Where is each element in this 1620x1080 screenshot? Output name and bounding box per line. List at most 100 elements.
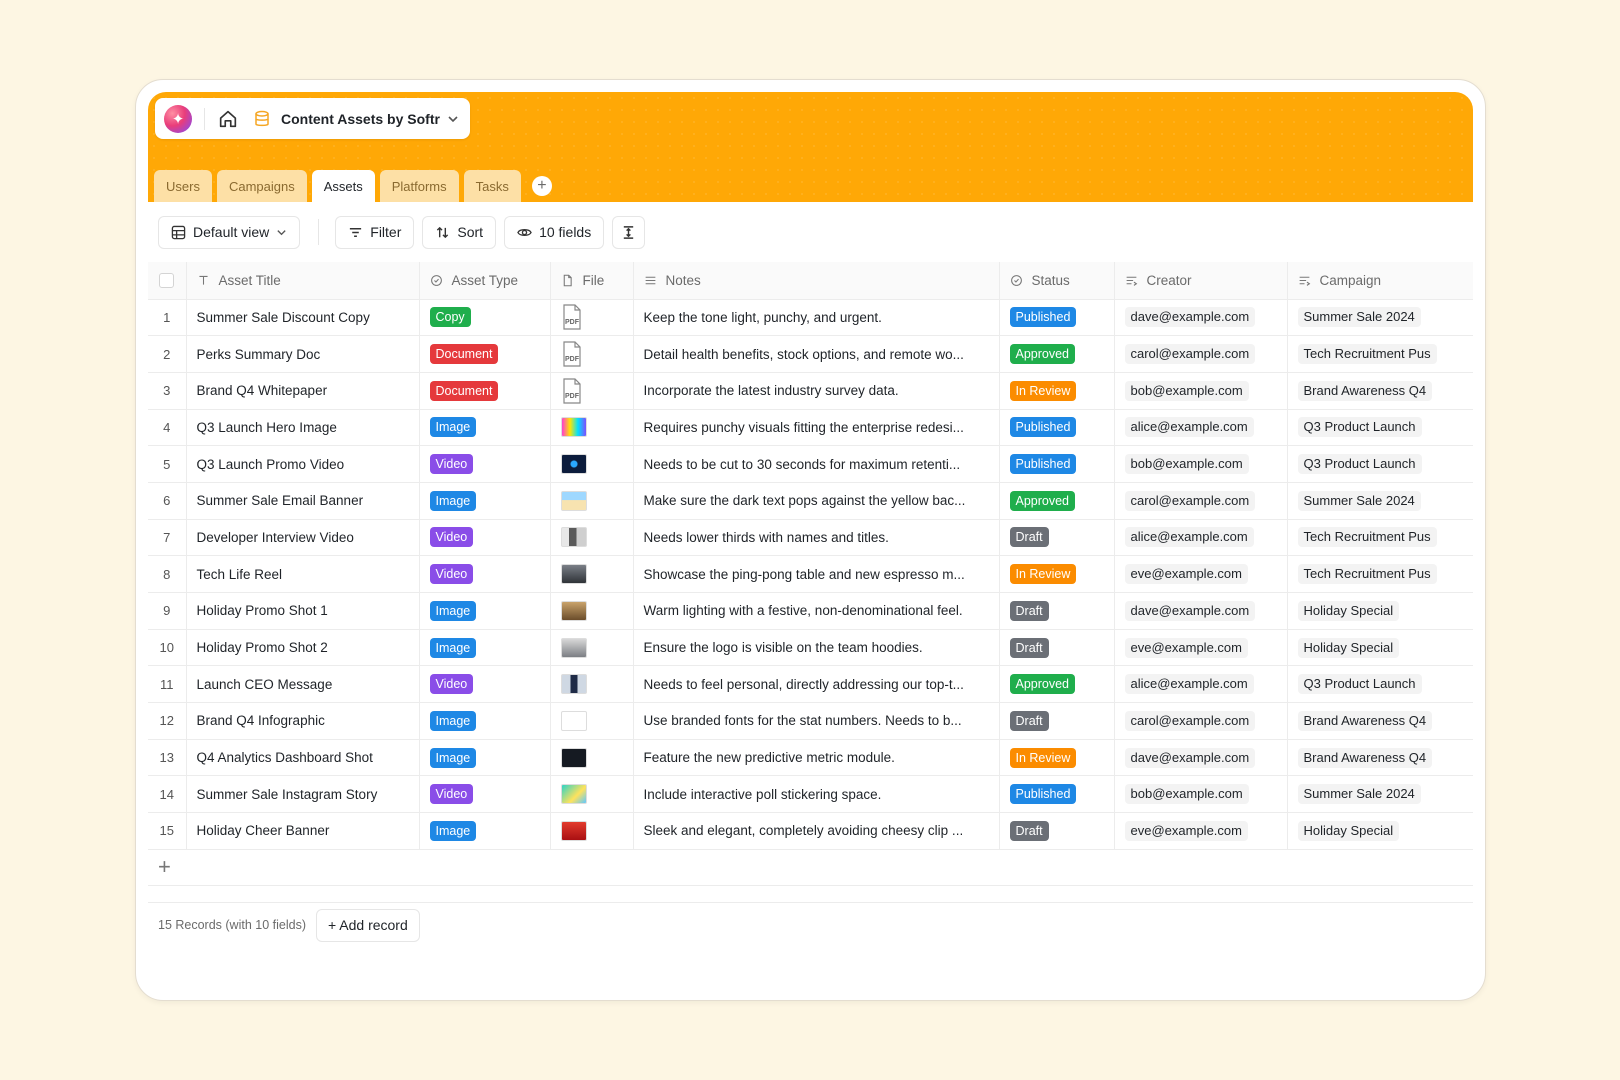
tab-campaigns[interactable]: Campaigns <box>216 170 307 202</box>
creator-cell[interactable]: eve@example.com <box>1114 629 1288 667</box>
filter-button[interactable]: Filter <box>335 215 415 249</box>
table-row[interactable]: 8 Tech Life Reel Video Showcase the ping-po… <box>148 555 1473 593</box>
table-row[interactable]: 10 Holiday Promo Shot 2 Image Ensure the lo… <box>148 629 1473 667</box>
tab-tasks[interactable]: Tasks <box>463 170 521 202</box>
asset-title-cell[interactable]: Brand Q4 Whitepaper <box>186 372 420 410</box>
app-title[interactable]: Content Assets by Softr <box>281 111 440 127</box>
file-cell[interactable] <box>550 775 634 814</box>
asset-title-cell[interactable]: Summer Sale Discount Copy <box>186 299 420 337</box>
file-thumbnail[interactable] <box>560 820 587 841</box>
creator-cell[interactable]: dave@example.com <box>1114 739 1288 777</box>
table-row[interactable]: 14 Summer Sale Instagram Story Video Includ… <box>148 775 1473 814</box>
campaign-cell[interactable]: Holiday Special <box>1287 592 1473 630</box>
creator-cell[interactable]: bob@example.com <box>1114 372 1288 410</box>
file-cell[interactable] <box>550 702 634 740</box>
file-thumbnail[interactable] <box>560 454 587 475</box>
file-cell[interactable] <box>550 629 634 667</box>
tab-users[interactable]: Users <box>154 170 212 202</box>
file-cell[interactable] <box>550 482 634 520</box>
creator-cell[interactable]: carol@example.com <box>1114 702 1288 740</box>
campaign-cell[interactable]: Tech Recruitment Pus <box>1287 519 1473 557</box>
campaign-cell[interactable]: Brand Awareness Q4 <box>1287 702 1473 740</box>
file-cell[interactable] <box>550 592 634 630</box>
file-thumbnail[interactable] <box>560 564 587 585</box>
campaign-cell[interactable]: Q3 Product Launch <box>1287 665 1473 704</box>
asset-type-cell[interactable]: Image <box>419 702 551 740</box>
notes-cell[interactable]: Requires punchy visuals fitting the ente… <box>633 409 1000 447</box>
softr-logo-icon[interactable]: ✦ <box>164 104 192 133</box>
file-thumbnail[interactable] <box>560 527 587 548</box>
file-cell[interactable] <box>550 555 634 593</box>
notes-cell[interactable]: Include interactive poll stickering spac… <box>633 775 1000 814</box>
select-all-checkbox[interactable] <box>159 272 175 288</box>
creator-cell[interactable]: eve@example.com <box>1114 555 1288 593</box>
table-row[interactable]: 11 Launch CEO Message Video Needs to feel p… <box>148 665 1473 704</box>
asset-type-cell[interactable]: Image <box>419 739 551 777</box>
campaign-cell[interactable]: Q3 Product Launch <box>1287 445 1473 483</box>
status-cell[interactable]: Draft <box>999 702 1115 740</box>
creator-cell[interactable]: bob@example.com <box>1114 445 1288 483</box>
file-thumbnail[interactable] <box>560 747 587 768</box>
file-thumbnail[interactable] <box>560 710 587 731</box>
file-cell[interactable] <box>550 519 634 557</box>
file-cell[interactable] <box>550 739 634 777</box>
asset-type-cell[interactable]: Video <box>419 445 551 483</box>
notes-cell[interactable]: Needs lower thirds with names and titles… <box>633 519 1000 557</box>
asset-type-cell[interactable]: Copy <box>419 299 551 337</box>
status-cell[interactable]: Published <box>999 775 1115 814</box>
asset-type-cell[interactable]: Image <box>419 629 551 667</box>
table-row[interactable]: 12 Brand Q4 Infographic Image Use branded f… <box>148 702 1473 740</box>
creator-cell[interactable]: bob@example.com <box>1114 775 1288 814</box>
column-header-file[interactable]: File <box>550 262 634 300</box>
asset-title-cell[interactable]: Holiday Promo Shot 1 <box>186 592 420 630</box>
file-cell[interactable]: PDF <box>550 372 634 410</box>
sort-button[interactable]: Sort <box>422 215 497 249</box>
asset-title-cell[interactable]: Developer Interview Video <box>186 519 420 557</box>
asset-title-cell[interactable]: Q4 Analytics Dashboard Shot <box>186 739 420 777</box>
file-thumbnail[interactable] <box>560 784 587 805</box>
notes-cell[interactable]: Keep the tone light, punchy, and urgent. <box>633 299 1000 337</box>
status-cell[interactable]: In Review <box>999 739 1115 777</box>
campaign-cell[interactable]: Summer Sale 2024 <box>1287 482 1473 520</box>
asset-title-cell[interactable]: Brand Q4 Infographic <box>186 702 420 740</box>
status-cell[interactable]: In Review <box>999 555 1115 593</box>
fields-button[interactable]: 10 fields <box>504 215 605 249</box>
view-selector[interactable]: Default view <box>158 215 301 249</box>
notes-cell[interactable]: Needs to be cut to 30 seconds for maximu… <box>633 445 1000 483</box>
column-header-creator[interactable]: Creator <box>1114 262 1288 300</box>
file-thumbnail[interactable] <box>560 490 587 511</box>
table-row[interactable]: 1 Summer Sale Discount Copy Copy PDF Keep th… <box>148 299 1473 337</box>
asset-type-cell[interactable]: Image <box>419 482 551 520</box>
status-cell[interactable]: Draft <box>999 812 1115 850</box>
campaign-cell[interactable]: Brand Awareness Q4 <box>1287 372 1473 410</box>
file-thumbnail[interactable] <box>560 417 587 438</box>
status-cell[interactable]: Published <box>999 409 1115 447</box>
asset-type-cell[interactable]: Document <box>419 372 551 410</box>
creator-cell[interactable]: dave@example.com <box>1114 592 1288 630</box>
status-cell[interactable]: Draft <box>999 519 1115 557</box>
campaign-cell[interactable]: Tech Recruitment Pus <box>1287 555 1473 593</box>
asset-title-cell[interactable]: Holiday Promo Shot 2 <box>186 629 420 667</box>
asset-title-cell[interactable]: Perks Summary Doc <box>186 335 420 373</box>
asset-title-cell[interactable]: Q3 Launch Promo Video <box>186 445 420 483</box>
asset-title-cell[interactable]: Q3 Launch Hero Image <box>186 409 420 447</box>
file-cell[interactable] <box>550 665 634 704</box>
notes-cell[interactable]: Warm lighting with a festive, non-denomi… <box>633 592 1000 630</box>
campaign-cell[interactable]: Brand Awareness Q4 <box>1287 739 1473 777</box>
notes-cell[interactable]: Showcase the ping-pong table and new esp… <box>633 555 1000 593</box>
select-all-cell[interactable] <box>148 262 187 300</box>
asset-type-cell[interactable]: Document <box>419 335 551 373</box>
asset-type-cell[interactable]: Image <box>419 812 551 850</box>
status-cell[interactable]: Published <box>999 445 1115 483</box>
chevron-down-icon[interactable] <box>447 113 459 125</box>
asset-type-cell[interactable]: Video <box>419 519 551 557</box>
table-row[interactable]: 7 Developer Interview Video Video Needs low… <box>148 519 1473 557</box>
column-header-asset-title[interactable]: Asset Title <box>186 262 420 300</box>
asset-title-cell[interactable]: Tech Life Reel <box>186 555 420 593</box>
file-cell[interactable] <box>550 409 634 447</box>
asset-title-cell[interactable]: Summer Sale Email Banner <box>186 482 420 520</box>
add-table-icon[interactable]: + <box>531 176 552 196</box>
add-row-button[interactable]: + <box>148 850 1473 886</box>
status-cell[interactable]: Published <box>999 299 1115 337</box>
table-row[interactable]: 13 Q4 Analytics Dashboard Shot Image Featur… <box>148 739 1473 777</box>
